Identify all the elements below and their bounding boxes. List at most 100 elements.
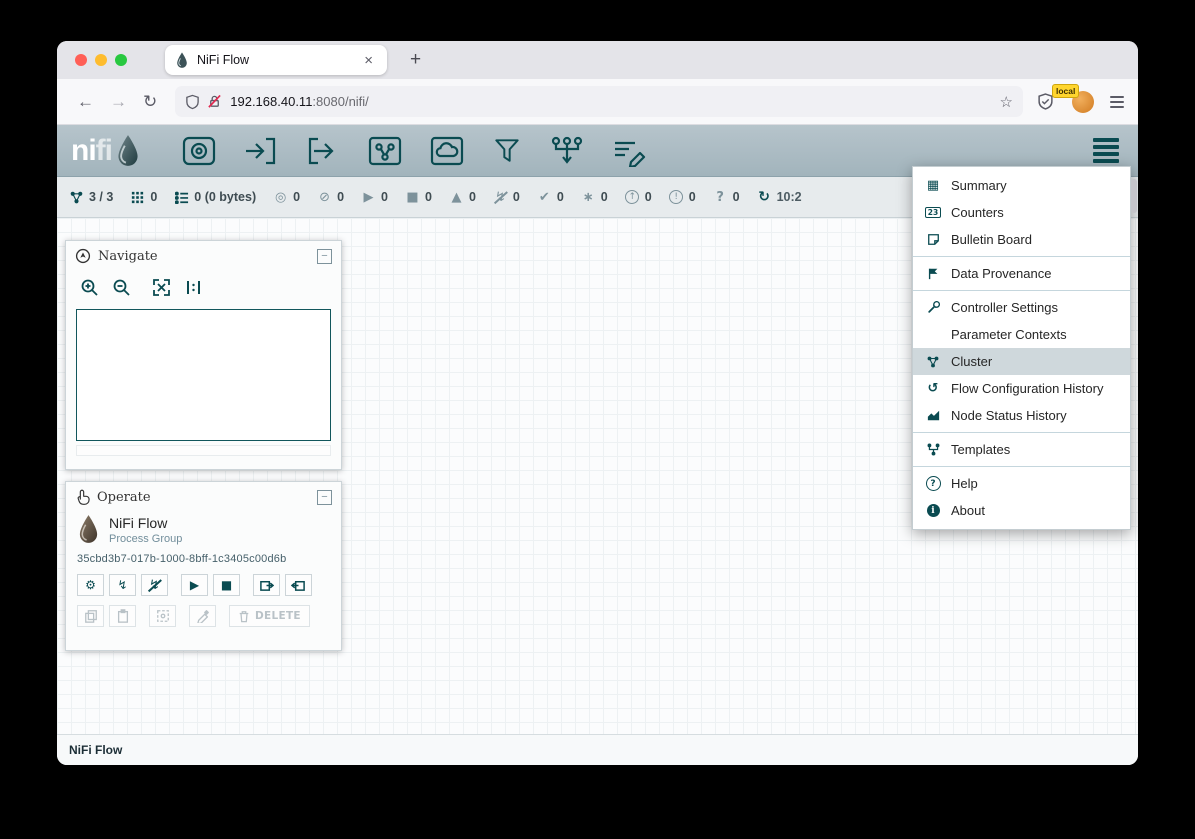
menu-item-label: Bulletin Board (951, 232, 1032, 247)
about-icon: i (924, 504, 942, 517)
not-transmitting-icon: ⊘ (317, 190, 332, 205)
menu-item-label: Data Provenance (951, 266, 1051, 281)
nifi-logo: nifi (57, 134, 141, 168)
last-refreshed-time: 10:2 (777, 190, 802, 204)
menu-item-parameter-contexts[interactable]: Parameter Contexts (913, 321, 1130, 348)
group-button[interactable] (149, 605, 176, 627)
stopped-status: ■ 0 (405, 190, 432, 205)
url-path: :8080/nifi/ (312, 94, 368, 109)
label-icon[interactable] (611, 135, 647, 167)
browser-menu-button[interactable] (1108, 92, 1126, 112)
collapse-operate-button[interactable]: − (317, 490, 332, 505)
page-scrollbar-thumb[interactable] (1131, 179, 1137, 213)
funnel-icon[interactable] (491, 135, 523, 167)
menu-item-label: About (951, 503, 985, 518)
locally-modified-stale-status: ! 0 (669, 190, 696, 205)
zoom-window-button[interactable] (115, 54, 127, 66)
disable-button[interactable]: ↯ (141, 574, 168, 596)
forward-button[interactable]: → (102, 88, 135, 116)
profile-button[interactable]: local (1068, 90, 1094, 114)
stop-button[interactable]: ■ (213, 574, 240, 596)
fill-color-button[interactable] (189, 605, 216, 627)
menu-separator (913, 290, 1130, 291)
breadcrumb-bar: NiFi Flow (57, 734, 1138, 765)
zoom-in-button[interactable] (76, 275, 102, 299)
menu-item-controller-settings[interactable]: Controller Settings (913, 294, 1130, 321)
enable-button[interactable]: ↯ (109, 574, 136, 596)
close-tab-icon[interactable]: × (360, 51, 377, 70)
threads-icon (130, 190, 145, 205)
locally-modified-stale-icon: ! (669, 190, 684, 205)
refresh-icon[interactable]: ↻ (757, 190, 772, 205)
selected-component: NiFi Flow Process Group (77, 514, 330, 545)
operate-panel: Operate − NiFi Flow Process Group (65, 481, 342, 651)
input-port-icon[interactable] (243, 135, 279, 167)
menu-separator (913, 432, 1130, 433)
menu-item-templates[interactable]: Templates (913, 436, 1130, 463)
menu-item-label: Cluster (951, 354, 992, 369)
insecure-lock-icon[interactable] (207, 94, 222, 109)
menu-item-data-provenance[interactable]: Data Provenance (913, 260, 1130, 287)
sync-failure-status: ? 0 (713, 190, 740, 205)
birdseye-minimap[interactable] (76, 309, 331, 441)
stale-icon: ↑ (625, 190, 640, 205)
bookmark-star-icon[interactable]: ☆ (1000, 93, 1013, 111)
create-template-button[interactable] (285, 574, 312, 596)
back-button[interactable]: ← (69, 88, 102, 116)
address-field[interactable]: 192.168.40.11 :8080/nifi/ ☆ (175, 86, 1023, 117)
menu-item-bulletin-board[interactable]: Bulletin Board (913, 226, 1130, 253)
cluster-icon (924, 355, 942, 369)
zoom-actual-size-button[interactable] (180, 275, 206, 299)
nifi-drop-logo (115, 134, 141, 168)
process-group-icon[interactable] (367, 135, 403, 167)
menu-item-label: Templates (951, 442, 1010, 457)
menu-item-counters[interactable]: 23 Counters (913, 199, 1130, 226)
paste-button[interactable] (109, 605, 136, 627)
menu-item-flow-configuration-history[interactable]: ↺ Flow Configuration History (913, 375, 1130, 402)
minimize-window-button[interactable] (95, 54, 107, 66)
close-window-button[interactable] (75, 54, 87, 66)
output-port-icon[interactable] (305, 135, 341, 167)
browser-tab[interactable]: NiFi Flow × (165, 45, 387, 75)
upload-template-button[interactable] (253, 574, 280, 596)
shield-permissions-icon[interactable] (185, 94, 200, 110)
menu-item-node-status-history[interactable]: Node Status History (913, 402, 1130, 429)
sync-failure-icon: ? (713, 190, 728, 205)
operate-buttons-row2: DELETE (77, 605, 330, 627)
connected-nodes-status: 3 / 3 (69, 190, 113, 205)
breadcrumb[interactable]: NiFi Flow (69, 743, 122, 757)
collapse-navigate-button[interactable]: − (317, 249, 332, 264)
url-bar: ← → ↻ 192.168.40.11 :8080/nifi/ ☆ local (57, 79, 1138, 125)
toolbar-right: local (1037, 90, 1126, 114)
delete-label: DELETE (255, 610, 301, 622)
template-icon[interactable] (549, 135, 585, 167)
delete-button[interactable]: DELETE (229, 605, 310, 627)
navigate-title: Navigate (98, 249, 310, 264)
remote-process-group-icon[interactable] (429, 135, 465, 167)
menu-item-label: Counters (951, 205, 1004, 220)
selection-id: 35cbd3b7-017b-1000-8bff-1c3405c00d6b (77, 553, 330, 565)
minimap-scrollbar[interactable] (76, 445, 331, 456)
menu-item-summary[interactable]: ▦ Summary (913, 172, 1130, 199)
configuration-button[interactable]: ⚙ (77, 574, 104, 596)
start-button[interactable]: ▶ (181, 574, 208, 596)
active-threads-status: 0 (130, 190, 157, 205)
reload-button[interactable]: ↻ (135, 88, 165, 116)
new-tab-button[interactable]: + (402, 49, 429, 71)
locally-modified-status: ∗ 0 (581, 190, 608, 205)
tab-title: NiFi Flow (197, 53, 360, 67)
processor-icon[interactable] (181, 135, 217, 167)
global-menu: ▦ Summary 23 Counters Bulletin Board Dat… (912, 166, 1131, 530)
menu-item-help[interactable]: ? Help (913, 470, 1130, 497)
up-to-date-status: ✔ 0 (537, 190, 564, 205)
menu-item-about[interactable]: i About (913, 497, 1130, 524)
copy-button[interactable] (77, 605, 104, 627)
zoom-out-button[interactable] (108, 275, 134, 299)
global-menu-button[interactable] (1090, 135, 1122, 166)
trash-icon (238, 610, 250, 623)
component-toolbar (181, 135, 647, 167)
menu-separator (913, 466, 1130, 467)
menu-item-cluster[interactable]: Cluster (913, 348, 1130, 375)
stopped-icon: ■ (405, 190, 420, 205)
zoom-fit-button[interactable] (148, 275, 174, 299)
